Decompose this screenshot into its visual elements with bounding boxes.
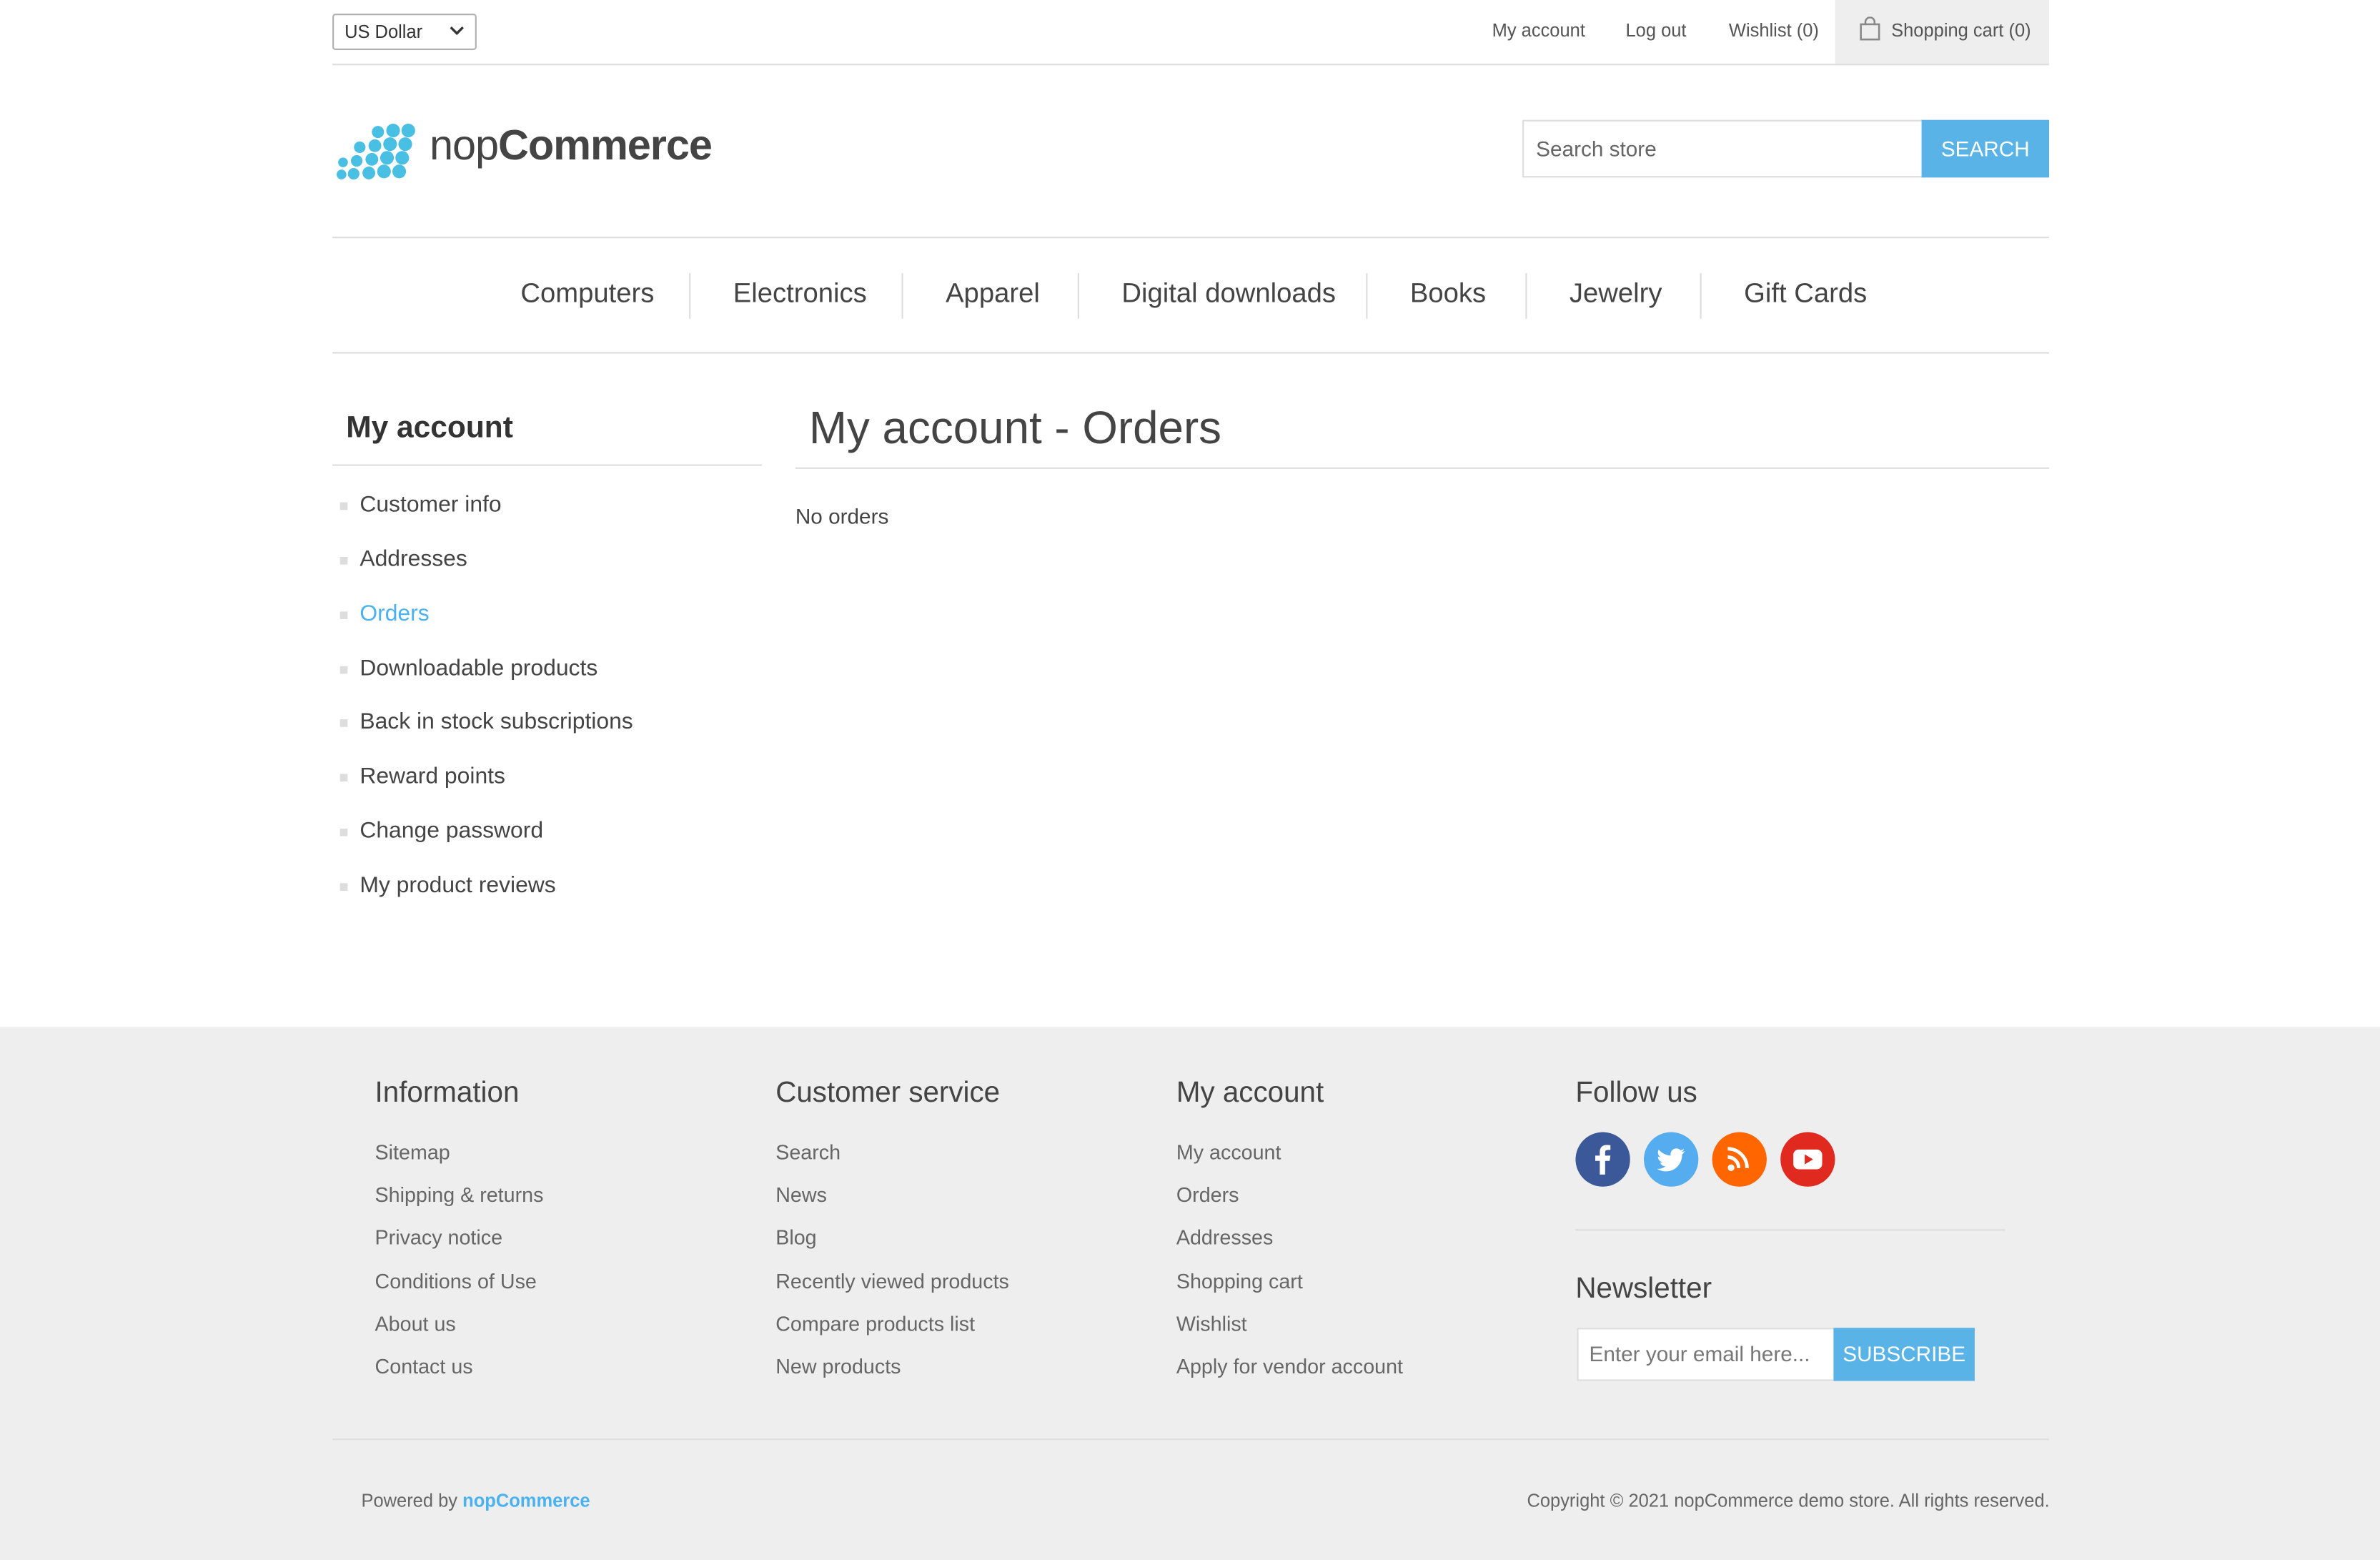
footer-link-wishlist[interactable]: Wishlist [1176,1313,1247,1336]
header-logout-link[interactable]: Log out [1625,20,1686,41]
search-input[interactable]: Search store [1522,119,1923,178]
footer-follow-us-title: Follow us [1575,1077,1697,1110]
list-bullet [339,719,348,727]
follow-divider [1575,1229,2005,1231]
footer-link-blog[interactable]: Blog [775,1226,816,1249]
list-bullet [339,611,348,620]
youtube-icon[interactable] [1780,1132,1835,1187]
sidebar-item-downloadable-products[interactable]: Downloadable products [360,656,598,681]
store-logo[interactable]: nopCommerce [335,119,713,185]
footer-link-search[interactable]: Search [775,1141,841,1164]
footer-information-title: Information [375,1077,520,1110]
footer-link-news[interactable]: News [775,1184,827,1207]
footer-my-account-title: My account [1176,1077,1324,1110]
footer-link-compare-products[interactable]: Compare products list [775,1313,975,1336]
footer-link-addresses[interactable]: Addresses [1176,1226,1273,1249]
facebook-icon[interactable] [1575,1132,1630,1187]
list-bullet [339,774,348,782]
sidebar-title: My account [346,411,513,445]
sidebar-divider [332,464,763,466]
nav-separator [1700,273,1702,319]
sidebar-item-customer-info[interactable]: Customer info [360,492,501,518]
twitter-icon[interactable] [1643,1132,1699,1187]
empty-orders-message: No orders [795,503,889,528]
footer-link-about-us[interactable]: About us [375,1313,456,1336]
list-bullet [339,556,348,565]
nav-separator [689,273,691,319]
list-bullet [339,666,348,674]
sidebar-item-back-in-stock[interactable]: Back in stock subscriptions [360,709,633,734]
sidebar-item-addresses[interactable]: Addresses [360,546,467,572]
powered-by: Powered by nopCommerce [361,1490,590,1511]
nav-item-gift-cards[interactable]: Gift Cards [1744,277,1867,310]
footer-link-shipping-returns[interactable]: Shipping & returns [375,1184,544,1207]
nav-item-apparel[interactable]: Apparel [946,277,1040,310]
search-button[interactable]: SEARCH [1921,119,2049,178]
nav-item-digital-downloads[interactable]: Digital downloads [1121,277,1336,310]
nav-separator [1077,273,1079,319]
footer-link-contact-us[interactable]: Contact us [375,1355,473,1378]
sidebar-item-change-password[interactable]: Change password [360,818,543,844]
nav-separator [1366,273,1368,319]
nav-item-books[interactable]: Books [1410,277,1486,310]
footer-newsletter-title: Newsletter [1575,1273,1712,1305]
currency-select[interactable]: US Dollar [332,14,477,51]
copyright: Copyright © 2021 nopCommerce demo store.… [1527,1490,2050,1512]
nav-item-electronics[interactable]: Electronics [733,277,867,310]
logo-dots-icon [337,123,415,180]
footer-link-shopping-cart[interactable]: Shopping cart [1176,1270,1303,1293]
footer-link-new-products[interactable]: New products [775,1355,901,1378]
footer-link-vendor-account[interactable]: Apply for vendor account [1176,1355,1403,1378]
footer-link-my-account[interactable]: My account [1176,1141,1281,1164]
nav-divider-bottom [332,352,2049,354]
sidebar-item-orders[interactable]: Orders [360,601,429,627]
footer-customer-service-title: Customer service [775,1077,1001,1110]
logo-text: nopCommerce [430,121,713,169]
currency-value: US Dollar [344,21,423,43]
newsletter-email-input[interactable]: Enter your email here... [1577,1328,1835,1381]
header-divider [332,64,2049,66]
footer-bottom-divider [332,1438,2049,1441]
powered-by-brand-link[interactable]: nopCommerce [462,1490,590,1511]
header-cart-link[interactable]: Shopping cart (0) [1891,20,2031,41]
list-bullet [339,883,348,891]
header-wishlist-link[interactable]: Wishlist (0) [1729,20,1819,41]
header-my-account-link[interactable]: My account [1492,20,1585,41]
list-bullet [339,828,348,836]
page: US Dollar My account Log out Wishlist (0… [0,0,2380,1560]
nav-divider-top [332,237,2049,239]
footer-link-privacy-notice[interactable]: Privacy notice [375,1226,502,1249]
powered-by-label: Powered by [361,1490,458,1512]
nav-separator [1525,273,1527,319]
footer-link-sitemap[interactable]: Sitemap [375,1141,450,1164]
footer-link-conditions-of-use[interactable]: Conditions of Use [375,1270,537,1293]
sidebar-item-product-reviews[interactable]: My product reviews [360,872,555,898]
sidebar-item-reward-points[interactable]: Reward points [360,764,505,789]
list-bullet [339,502,348,510]
page-title: My account - Orders [808,403,1222,454]
rss-icon[interactable] [1712,1132,1767,1187]
title-divider [795,467,2049,469]
nav-item-jewelry[interactable]: Jewelry [1570,277,1662,310]
shopping-bag-icon [1860,16,1880,41]
nav-item-computers[interactable]: Computers [520,277,654,310]
footer-link-recently-viewed[interactable]: Recently viewed products [775,1270,1009,1293]
subscribe-button[interactable]: SUBSCRIBE [1833,1328,1975,1381]
footer-link-orders[interactable]: Orders [1176,1184,1239,1207]
chevron-down-icon [450,26,464,36]
nav-separator [901,273,903,319]
